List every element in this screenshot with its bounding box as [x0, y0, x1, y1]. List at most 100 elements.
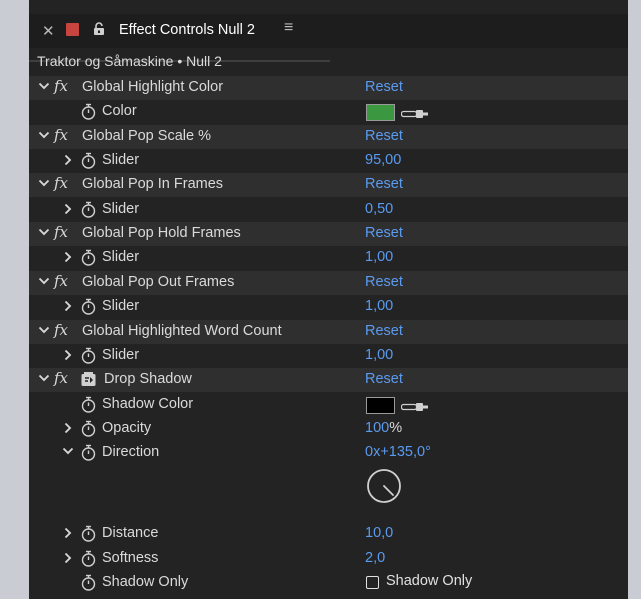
- panel-tab-title[interactable]: Effect Controls Null 2: [119, 22, 255, 38]
- effect-name: Drop Shadow: [104, 371, 192, 388]
- reset-link[interactable]: Reset: [365, 323, 403, 339]
- effect-param-row[interactable]: Color: [29, 100, 628, 124]
- fx-icon[interactable]: fx: [54, 321, 68, 339]
- param-value[interactable]: 1,00: [365, 249, 393, 265]
- effect-header-row[interactable]: fx Global Highlight Color Reset: [29, 76, 628, 100]
- param-value[interactable]: 95,00: [365, 152, 401, 168]
- stopwatch-icon[interactable]: [81, 347, 96, 364]
- fx-icon[interactable]: fx: [54, 174, 68, 192]
- breadcrumb: Traktor og Såmaskine • Null 2: [37, 53, 222, 69]
- opacity-unit: %: [389, 419, 403, 436]
- param-value[interactable]: 1,00: [365, 347, 393, 363]
- param-value[interactable]: 10,0: [365, 525, 393, 541]
- stopwatch-icon[interactable]: [81, 444, 96, 461]
- angle-dial-icon[interactable]: [366, 468, 402, 504]
- opacity-number[interactable]: 100: [365, 420, 389, 436]
- param-label: Opacity: [102, 419, 152, 436]
- param-value[interactable]: 1,00: [365, 298, 393, 314]
- param-value[interactable]: 0x+135,0°: [365, 444, 431, 460]
- param-label: Softness: [102, 549, 159, 566]
- effect-header-row[interactable]: fx Global Pop Hold Frames Reset: [29, 222, 628, 247]
- hamburger-menu-icon[interactable]: ≡: [284, 19, 293, 37]
- stopwatch-icon[interactable]: [81, 396, 96, 413]
- stopwatch-icon[interactable]: [81, 420, 96, 437]
- effect-name: Global Highlighted Word Count: [82, 322, 282, 339]
- chevron-down-icon[interactable]: [38, 81, 50, 91]
- chevron-right-icon[interactable]: [63, 251, 73, 263]
- effect-header-row[interactable]: fx Global Highlighted Word Count Reset: [29, 319, 628, 344]
- effect-badge-icon[interactable]: [81, 372, 96, 387]
- effect-header-row[interactable]: fx Global Pop In Frames Reset: [29, 173, 628, 198]
- chevron-down-icon[interactable]: [38, 178, 50, 188]
- reset-link[interactable]: Reset: [365, 371, 403, 387]
- close-icon[interactable]: ✕: [42, 22, 55, 40]
- fx-icon[interactable]: fx: [54, 77, 68, 95]
- effect-header-row[interactable]: fx Global Pop Scale % Reset: [29, 124, 628, 149]
- effect-param-row[interactable]: Slider 95,00: [29, 149, 628, 173]
- chevron-right-icon[interactable]: [63, 300, 73, 312]
- param-label: Shadow Only: [102, 573, 189, 590]
- color-swatch[interactable]: [366, 104, 395, 122]
- opacity-row[interactable]: Opacity 100%: [29, 417, 628, 441]
- effect-controls-panel: ✕ Effect Controls Null 2 ≡ Traktor og Så…: [29, 0, 628, 599]
- chevron-down-icon[interactable]: [38, 325, 50, 335]
- reset-link[interactable]: Reset: [365, 176, 403, 192]
- chevron-right-icon[interactable]: [63, 349, 73, 361]
- chevron-right-icon[interactable]: [63, 552, 73, 564]
- fx-icon[interactable]: fx: [54, 369, 68, 387]
- chevron-down-icon[interactable]: [62, 446, 74, 456]
- shadow-only-checkbox-label[interactable]: Shadow Only: [386, 573, 472, 589]
- stopwatch-icon[interactable]: [81, 201, 96, 218]
- fx-icon[interactable]: fx: [54, 223, 68, 241]
- stopwatch-icon[interactable]: [81, 249, 96, 267]
- reset-link[interactable]: Reset: [365, 274, 403, 290]
- effect-param-row[interactable]: Slider 1,00: [29, 246, 628, 270]
- stopwatch-icon[interactable]: [81, 525, 96, 542]
- color-swatch[interactable]: [366, 396, 395, 414]
- shadow-only-checkbox[interactable]: [366, 575, 379, 589]
- chevron-down-icon[interactable]: [38, 130, 50, 140]
- effect-param-row[interactable]: Slider 1,00: [29, 344, 628, 368]
- shadow-only-row[interactable]: Shadow Only Shadow Only: [29, 571, 628, 595]
- fx-icon[interactable]: fx: [54, 126, 68, 144]
- stopwatch-icon[interactable]: [81, 550, 96, 567]
- effect-param-row[interactable]: Slider 1,00: [29, 295, 628, 319]
- direction-row[interactable]: Direction 0x+135,0°: [29, 441, 628, 465]
- shadow-color-row[interactable]: Shadow Color: [29, 393, 628, 417]
- reset-link[interactable]: Reset: [365, 79, 403, 95]
- reset-link[interactable]: Reset: [365, 225, 403, 241]
- effect-header-row[interactable]: fx Drop Shadow Reset: [29, 368, 628, 393]
- label-color-swatch[interactable]: [66, 23, 79, 36]
- chevron-right-icon[interactable]: [63, 422, 73, 434]
- effect-name: Global Highlight Color: [82, 79, 224, 95]
- distance-row[interactable]: Distance 10,0: [29, 522, 628, 546]
- param-label: Slider: [102, 346, 140, 363]
- effect-header-row[interactable]: fx Global Pop Out Frames Reset: [29, 270, 628, 295]
- stopwatch-icon[interactable]: [81, 574, 96, 591]
- stopwatch-icon[interactable]: [81, 103, 96, 121]
- softness-row[interactable]: Softness 2,0: [29, 547, 628, 571]
- chevron-down-icon[interactable]: [38, 227, 50, 237]
- param-value[interactable]: 100%: [365, 420, 402, 436]
- lock-icon[interactable]: [93, 22, 105, 41]
- effect-param-row[interactable]: Slider 0,50: [29, 198, 628, 222]
- panel-tab-bar: ✕ Effect Controls Null 2 ≡: [29, 14, 628, 62]
- param-label: Slider: [102, 249, 140, 266]
- effect-name: Global Pop In Frames: [82, 176, 224, 193]
- reset-link[interactable]: Reset: [365, 128, 403, 144]
- chevron-down-icon[interactable]: [38, 276, 50, 286]
- stopwatch-icon[interactable]: [81, 152, 96, 169]
- param-value[interactable]: 0,50: [365, 201, 393, 217]
- param-value[interactable]: 2,0: [365, 550, 385, 566]
- chevron-right-icon[interactable]: [63, 527, 73, 539]
- eyedropper-icon[interactable]: [400, 107, 429, 123]
- param-label: Slider: [102, 200, 140, 217]
- fx-icon[interactable]: fx: [54, 272, 68, 290]
- param-label: Slider: [102, 152, 140, 169]
- param-label: Slider: [102, 298, 140, 315]
- chevron-right-icon[interactable]: [63, 154, 73, 166]
- chevron-down-icon[interactable]: [38, 373, 50, 383]
- stopwatch-icon[interactable]: [81, 298, 96, 315]
- eyedropper-icon[interactable]: [400, 400, 429, 416]
- chevron-right-icon[interactable]: [63, 203, 73, 215]
